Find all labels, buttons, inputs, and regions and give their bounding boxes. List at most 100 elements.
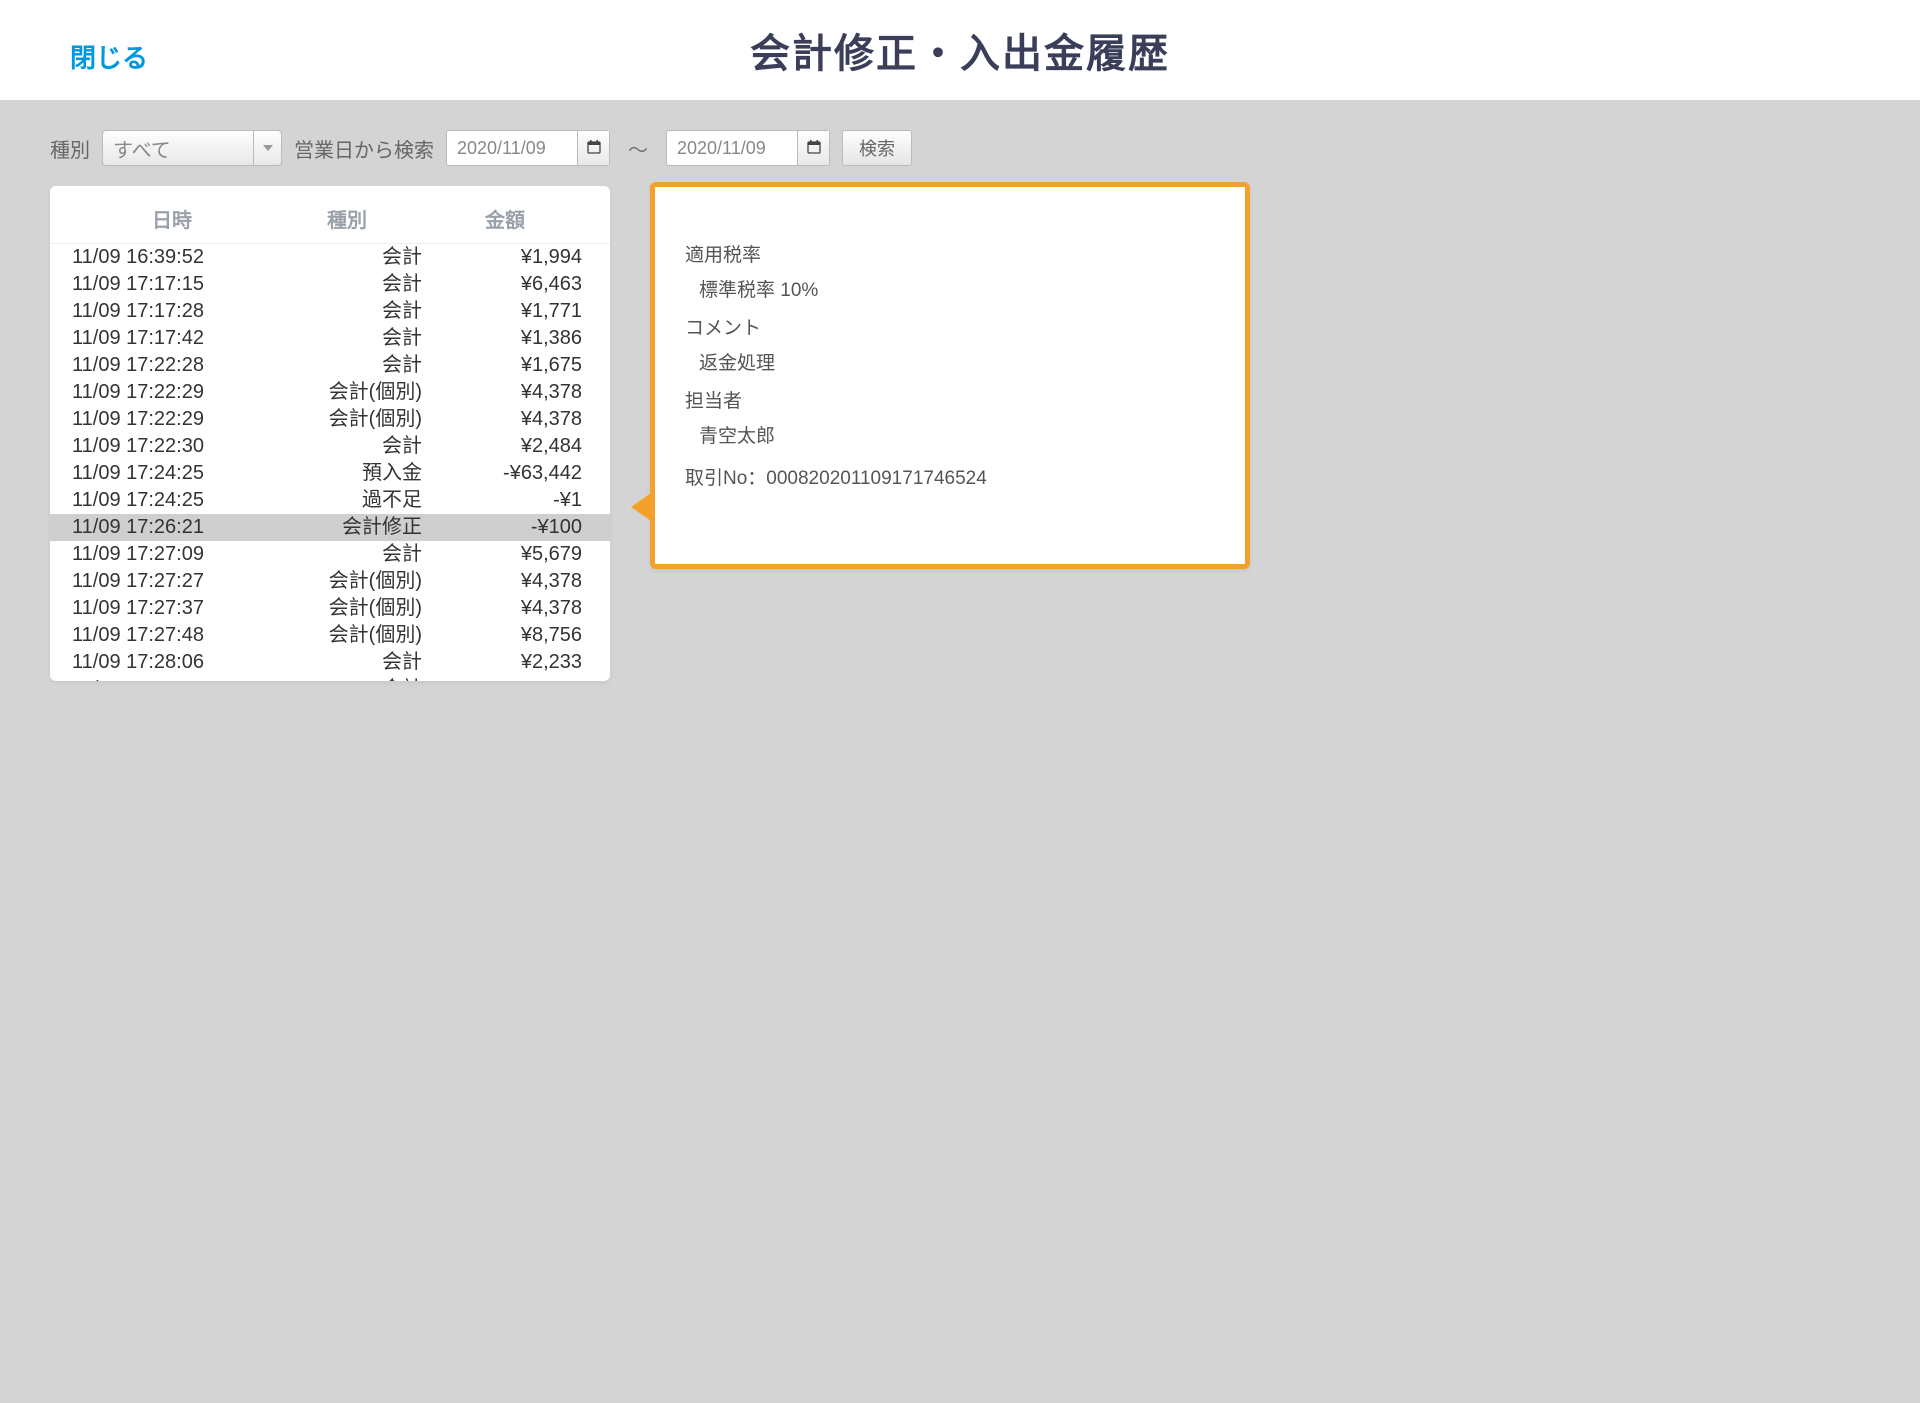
table-row[interactable]: 11/09 17:24:25過不足-¥1 (50, 487, 610, 514)
cell-datetime: 11/09 17:24:25 (72, 461, 272, 486)
table-row[interactable]: 11/09 17:22:28会計¥1,675 (50, 352, 610, 379)
table-row[interactable]: 11/09 17:22:29会計(個別)¥4,378 (50, 379, 610, 406)
cell-amount: ¥4,378 (422, 596, 588, 621)
cell-type: 会計(個別) (272, 569, 422, 594)
cell-datetime: 11/09 17:27:27 (72, 569, 272, 594)
cell-type: 会計 (272, 245, 422, 270)
transaction-number: 取引No：00082020110917​1746524 (685, 465, 1215, 494)
table-body[interactable]: 11/09 16:39:52会計¥1,99411/09 17:17:15会計¥6… (50, 244, 610, 681)
cell-datetime: 11/09 17:28:19 (72, 677, 272, 681)
cell-type: 会計(個別) (272, 623, 422, 648)
table-row[interactable]: 11/09 17:26:21会計修正-¥100 (50, 514, 610, 541)
tax-rate-value: 標準税率 10% (685, 277, 1215, 306)
table-row[interactable]: 11/09 17:27:27会計(個別)¥4,378 (50, 568, 610, 595)
cell-datetime: 11/09 17:27:48 (72, 623, 272, 648)
cell-type: 会計(個別) (272, 407, 422, 432)
cell-type: 過不足 (272, 488, 422, 513)
cell-type: 会計修正 (272, 515, 422, 540)
cell-type: 会計 (272, 272, 422, 297)
cell-amount: ¥8,756 (422, 623, 588, 648)
comment-value: 返金処理 (685, 350, 1215, 379)
to-date-calendar-button[interactable] (797, 131, 829, 165)
cell-datetime: 11/09 17:17:15 (72, 272, 272, 297)
cell-datetime: 11/09 16:39:52 (72, 245, 272, 270)
table-row[interactable]: 11/09 17:22:30会計¥2,484 (50, 433, 610, 460)
cell-datetime: 11/09 17:17:42 (72, 326, 272, 351)
table-row[interactable]: 11/09 17:22:29会計(個別)¥4,378 (50, 406, 610, 433)
cell-amount: -¥1 (422, 488, 588, 513)
cell-datetime: 11/09 17:28:06 (72, 650, 272, 675)
table-row[interactable]: 11/09 17:24:25預入金-¥63,442 (50, 460, 610, 487)
from-date-group (446, 130, 610, 166)
cell-type: 会計 (272, 542, 422, 567)
cell-type: 会計 (272, 650, 422, 675)
cell-datetime: 11/09 17:17:28 (72, 299, 272, 324)
table-row[interactable]: 11/09 17:28:06会計¥2,233 (50, 649, 610, 676)
table-row[interactable]: 11/09 17:27:48会計(個別)¥8,756 (50, 622, 610, 649)
cell-datetime: 11/09 17:22:29 (72, 407, 272, 432)
date-range-separator: 〜 (622, 134, 654, 163)
table-row[interactable]: 11/09 16:39:52会計¥1,994 (50, 244, 610, 271)
date-search-label: 営業日から検索 (294, 134, 434, 163)
cell-amount: ¥4,378 (422, 569, 588, 594)
cell-amount: ¥1,386 (422, 326, 588, 351)
comment-label: コメント (685, 315, 1215, 344)
cell-datetime: 11/09 17:26:21 (72, 515, 272, 540)
cell-datetime: 11/09 17:27:09 (72, 542, 272, 567)
cell-type: 会計(個別) (272, 380, 422, 405)
calendar-icon (807, 137, 821, 160)
cell-datetime: 11/09 17:22:30 (72, 434, 272, 459)
cell-type: 会計 (272, 299, 422, 324)
table-row[interactable]: 11/09 17:17:28会計¥1,771 (50, 298, 610, 325)
from-date-input[interactable] (447, 131, 577, 165)
col-header-datetime: 日時 (72, 204, 272, 233)
from-date-calendar-button[interactable] (577, 131, 609, 165)
cell-amount: -¥100 (422, 515, 588, 540)
staff-value: 青空太郎 (685, 423, 1215, 452)
table-row[interactable]: 11/09 17:27:09会計¥5,679 (50, 541, 610, 568)
cell-amount: ¥2,563 (422, 677, 588, 681)
cell-amount: ¥1,994 (422, 245, 588, 270)
type-label: 種別 (50, 134, 90, 163)
cell-datetime: 11/09 17:22:28 (72, 353, 272, 378)
cell-amount: ¥4,378 (422, 407, 588, 432)
header-bar: 閉じる 会計修正・入出金履歴 (0, 0, 1920, 100)
table-row[interactable]: 11/09 17:28:19会計¥2,563 (50, 676, 610, 681)
cell-amount: ¥4,378 (422, 380, 588, 405)
to-date-input[interactable] (667, 131, 797, 165)
col-header-type: 種別 (272, 204, 422, 233)
close-link[interactable]: 閉じる (70, 38, 148, 75)
table-row[interactable]: 11/09 17:17:15会計¥6,463 (50, 271, 610, 298)
search-button[interactable]: 検索 (842, 130, 912, 166)
cell-amount: ¥5,679 (422, 542, 588, 567)
cell-type: 会計 (272, 677, 422, 681)
calendar-icon (587, 137, 601, 160)
cell-type: 会計 (272, 353, 422, 378)
col-header-amount: 金額 (422, 204, 588, 233)
cell-amount: ¥1,675 (422, 353, 588, 378)
detail-panel: 適用税率 標準税率 10% コメント 返金処理 担当者 青空太郎 取引No：00… (650, 182, 1250, 569)
cell-datetime: 11/09 17:22:29 (72, 380, 272, 405)
filter-controls: 種別 すべて 営業日から検索 〜 検索 (0, 100, 1920, 186)
table-row[interactable]: 11/09 17:27:37会計(個別)¥4,378 (50, 595, 610, 622)
page-title: 会計修正・入出金履歴 (750, 21, 1170, 79)
cell-amount: ¥6,463 (422, 272, 588, 297)
cell-amount: ¥1,771 (422, 299, 588, 324)
cell-type: 会計 (272, 434, 422, 459)
type-selected-value: すべて (113, 134, 171, 163)
type-select[interactable]: すべて (102, 130, 282, 166)
cell-datetime: 11/09 17:27:37 (72, 596, 272, 621)
cell-type: 預入金 (272, 461, 422, 486)
cell-amount: ¥2,484 (422, 434, 588, 459)
cell-amount: -¥63,442 (422, 461, 588, 486)
table-row[interactable]: 11/09 17:17:42会計¥1,386 (50, 325, 610, 352)
cell-type: 会計(個別) (272, 596, 422, 621)
cell-datetime: 11/09 17:24:25 (72, 488, 272, 513)
table-header-row: 日時 種別 金額 (50, 186, 610, 244)
history-table: 日時 種別 金額 11/09 16:39:52会計¥1,99411/09 17:… (50, 186, 610, 681)
chevron-down-icon (253, 131, 281, 165)
tax-rate-label: 適用税率 (685, 242, 1215, 271)
cell-amount: ¥2,233 (422, 650, 588, 675)
staff-label: 担当者 (685, 388, 1215, 417)
cell-type: 会計 (272, 326, 422, 351)
